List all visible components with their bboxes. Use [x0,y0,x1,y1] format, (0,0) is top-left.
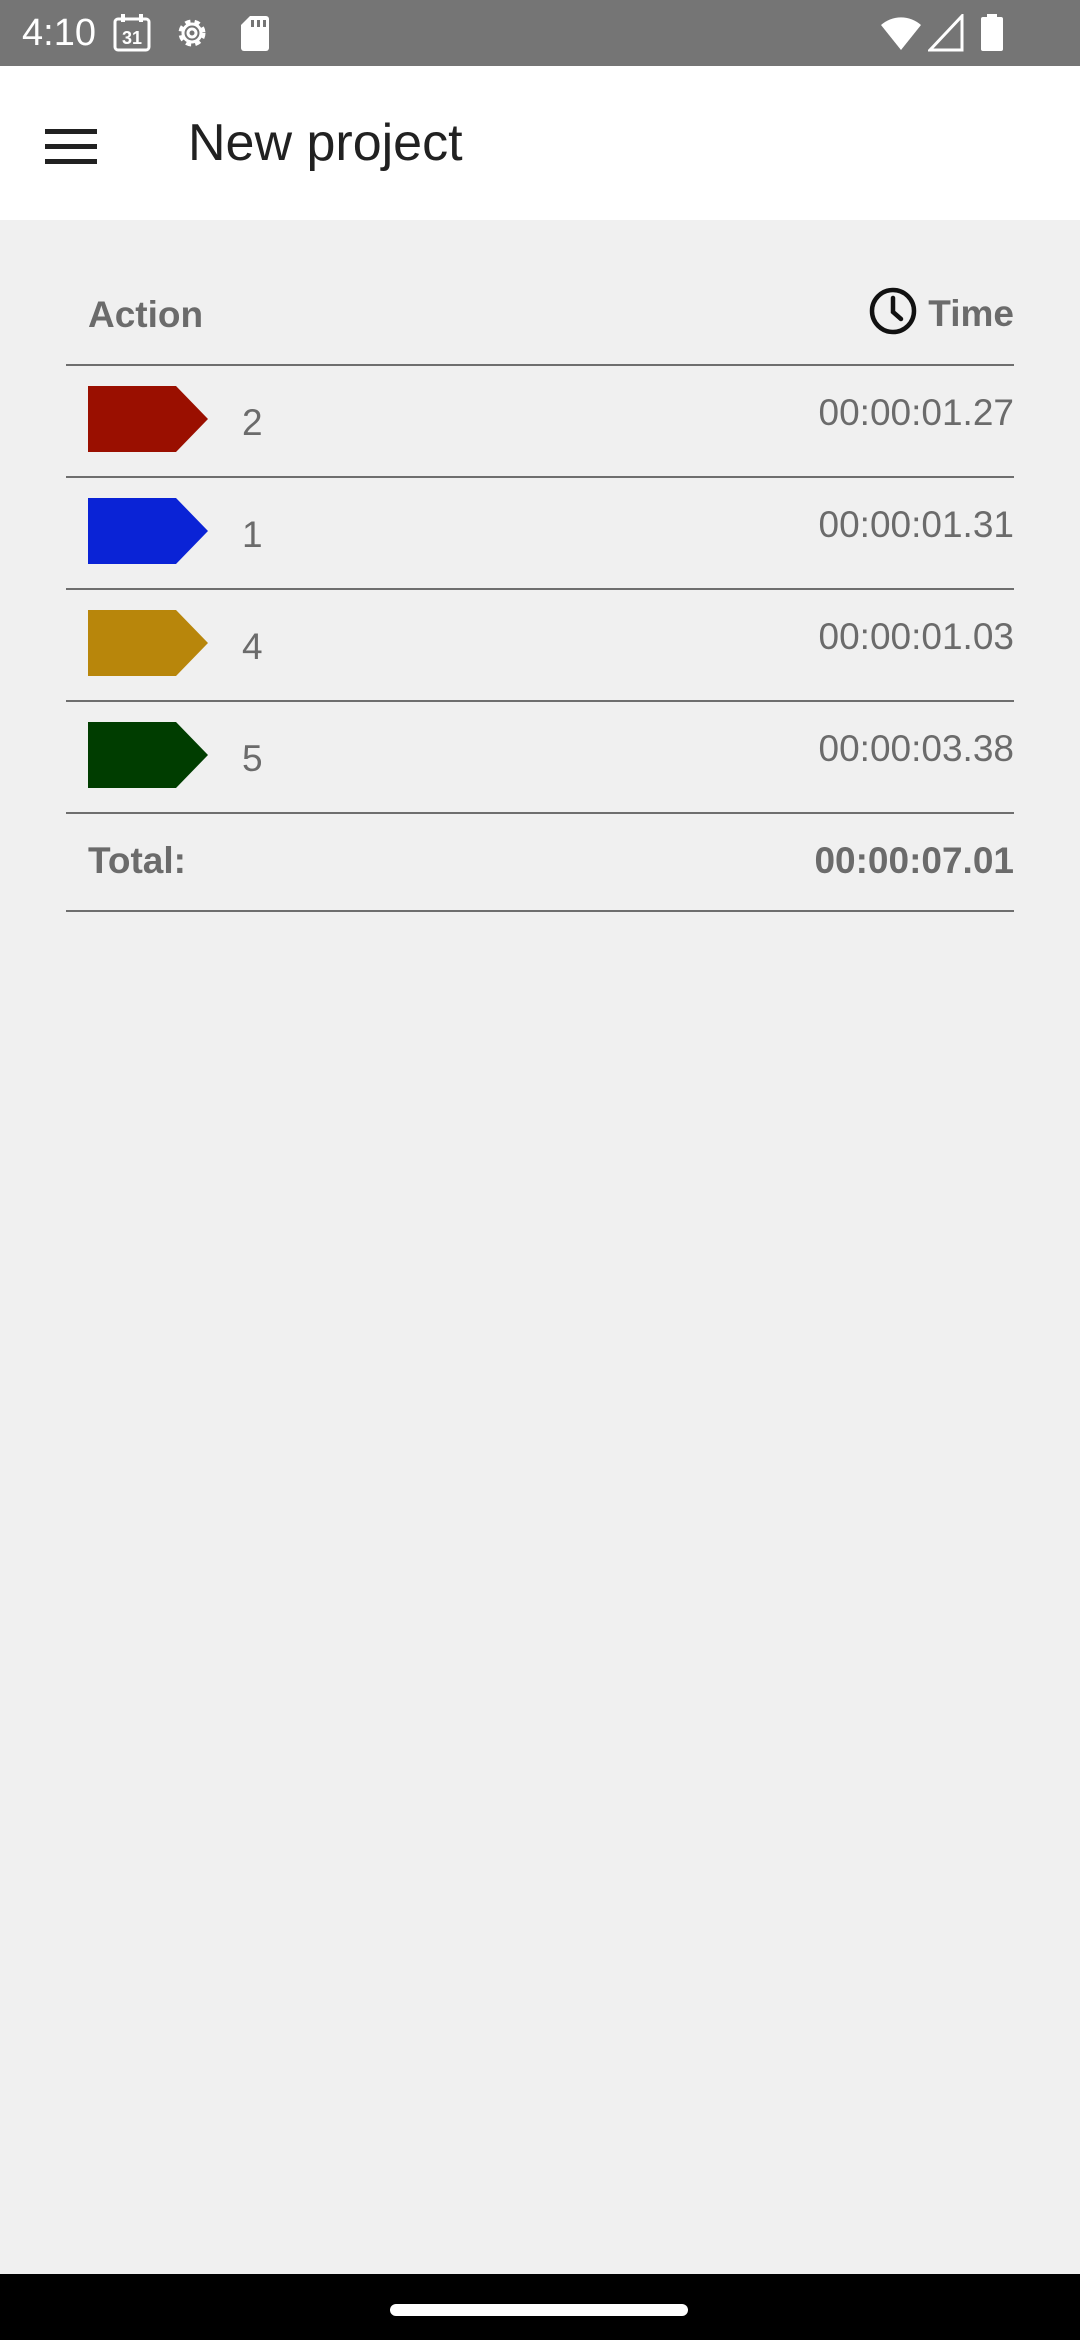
tag-shape [88,386,208,452]
action-color-tag [88,498,208,564]
navigation-bar [0,2274,1080,2340]
time-table: Action Time 2 00:00:01.27 1 00:00:01.31 … [66,254,1014,912]
battery-icon [980,14,1004,52]
app-bar: New project [0,66,1080,220]
action-label: 2 [242,402,263,443]
action-color-tag [88,386,208,452]
action-time: 00:00:01.31 [818,504,1014,545]
table-header: Action Time [66,254,1014,366]
wifi-icon [880,14,922,52]
action-time: 00:00:03.38 [818,728,1014,769]
status-bar: 4:10 31 [0,0,1080,66]
page-title: New project [188,114,463,172]
calendar-icon: 31 [112,14,152,52]
menu-button[interactable] [28,106,114,192]
hamburger-menu-icon [45,128,97,170]
header-time-label: Time [928,292,1014,334]
status-time: 4:10 [22,12,96,54]
action-color-tag [88,722,208,788]
tag-shape [88,722,208,788]
action-label: 1 [242,514,263,555]
signal-icon [928,14,964,52]
sd-card-icon [240,14,270,52]
table-row[interactable]: 5 00:00:03.38 [66,702,1014,814]
calendar-day: 31 [122,28,142,48]
tag-shape [88,610,208,676]
tag-shape [88,498,208,564]
table-row[interactable]: 4 00:00:01.03 [66,590,1014,702]
action-time: 00:00:01.27 [818,392,1014,433]
home-gesture-handle[interactable] [390,2304,688,2316]
table-row[interactable]: 2 00:00:01.27 [66,366,1014,478]
total-row: Total: 00:00:07.01 [66,814,1014,912]
action-label: 5 [242,738,263,779]
settings-gear-icon [172,14,212,52]
action-time: 00:00:01.03 [818,616,1014,657]
clock-icon [868,286,918,341]
header-action[interactable]: Action [88,294,203,336]
action-label: 4 [242,626,263,667]
header-time[interactable]: Time [868,286,1014,341]
total-value: 00:00:07.01 [814,840,1014,881]
table-row[interactable]: 1 00:00:01.31 [66,478,1014,590]
action-color-tag [88,610,208,676]
total-label: Total: [88,840,186,881]
